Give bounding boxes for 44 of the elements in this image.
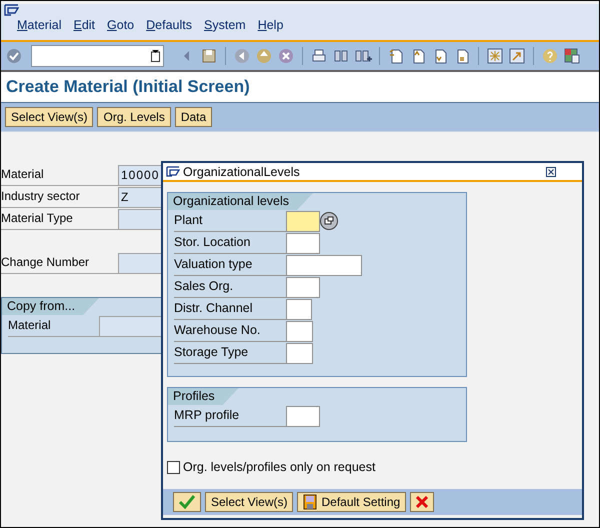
group-title: Organizational levels: [168, 193, 314, 210]
close-icon[interactable]: [546, 166, 556, 176]
menu-item[interactable]: Edit: [73, 18, 96, 32]
menu-item[interactable]: Help: [258, 18, 284, 32]
save-icon[interactable]: [200, 47, 218, 65]
shortcut-window-icon[interactable]: [508, 47, 526, 65]
menu-item[interactable]: Defaults: [146, 18, 192, 32]
group-title: Copy from...: [2, 298, 100, 315]
toolbar-button[interactable]: Select View(s): [5, 107, 94, 127]
cancel-button[interactable]: [410, 492, 434, 512]
history-icon: [151, 50, 160, 62]
dialog-title: OrganizationalLevels: [183, 164, 300, 178]
input-field[interactable]: [286, 254, 362, 276]
menu-item[interactable]: Goto: [107, 18, 134, 32]
input-field[interactable]: [286, 342, 313, 364]
menu-item[interactable]: Material: [17, 18, 62, 32]
checkbox[interactable]: Org. levels/profiles only on request: [167, 460, 582, 474]
menu-item[interactable]: System: [204, 18, 246, 32]
input-field[interactable]: [286, 298, 312, 320]
select-views-button[interactable]: Select View(s): [205, 492, 294, 512]
layout-icon[interactable]: [563, 47, 581, 65]
back-icon[interactable]: [233, 47, 251, 65]
screen-title: Create Material (Initial Screen): [6, 77, 250, 97]
value-help-icon[interactable]: [320, 212, 338, 230]
enter-icon[interactable]: [5, 47, 23, 65]
save-icon: [303, 494, 318, 510]
input-field[interactable]: [286, 276, 320, 298]
page-first-icon[interactable]: [387, 47, 405, 65]
input-field[interactable]: [286, 406, 320, 426]
window-icon: [166, 166, 180, 177]
input-field[interactable]: [286, 210, 320, 232]
close-icon: [416, 496, 428, 508]
toolbar-button[interactable]: Org. Levels: [97, 107, 171, 127]
command-field[interactable]: [31, 45, 164, 67]
sparkle-window-icon[interactable]: [486, 47, 504, 65]
confirm-button[interactable]: [173, 492, 201, 512]
menu-icon[interactable]: [4, 4, 19, 16]
cancel-icon[interactable]: [277, 47, 295, 65]
checkmark-icon: [179, 495, 195, 509]
input-field[interactable]: [286, 320, 313, 342]
toolbar-button[interactable]: Data: [174, 107, 212, 127]
default-setting-button[interactable]: Default Setting: [297, 492, 406, 512]
input-field[interactable]: [286, 232, 320, 254]
group-title: Profiles: [168, 388, 239, 405]
